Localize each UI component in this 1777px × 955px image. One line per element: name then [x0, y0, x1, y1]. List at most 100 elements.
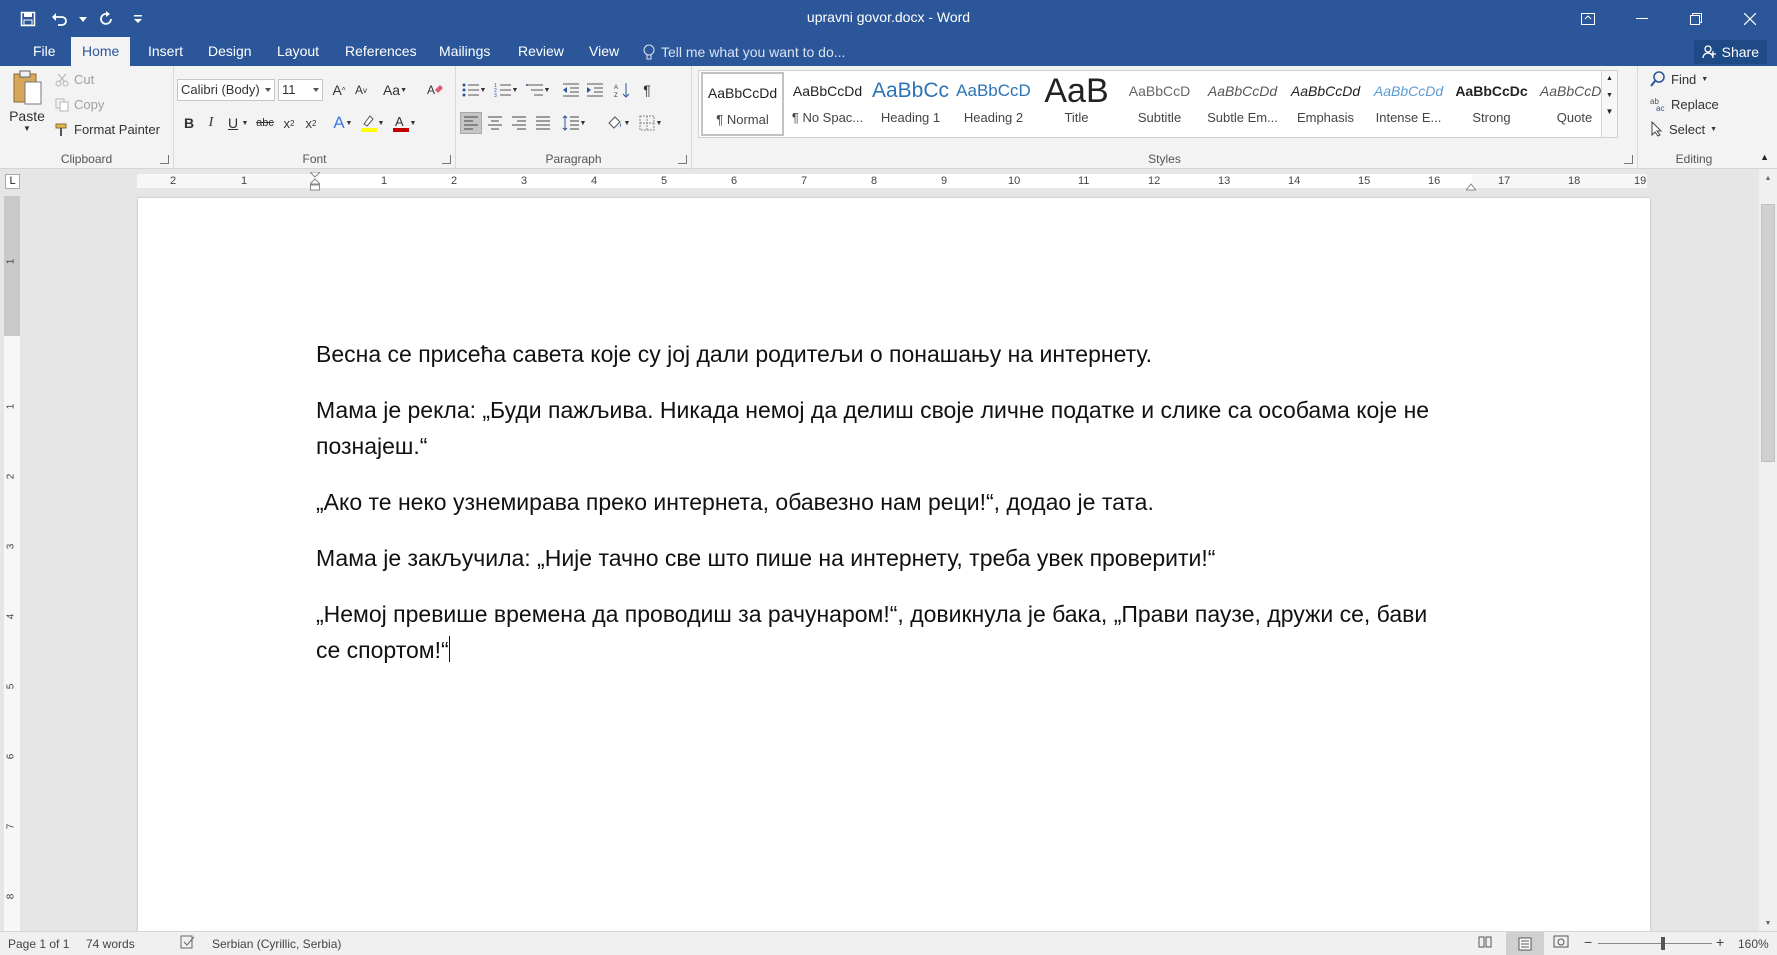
pilcrow-icon[interactable]: ¶	[636, 79, 658, 101]
line-spacing-dropdown-icon[interactable]: ▼	[578, 112, 588, 134]
highlight-dropdown-icon[interactable]: ▼	[376, 112, 386, 134]
tab-insert[interactable]: Insert	[137, 37, 194, 66]
font-color-dropdown-icon[interactable]: ▼	[408, 112, 418, 134]
proofing-icon[interactable]	[180, 935, 196, 952]
tab-mailings[interactable]: Mailings	[428, 37, 501, 66]
text-cursor	[448, 636, 450, 662]
style-title[interactable]: AaB Title	[1035, 72, 1118, 136]
tell-me-box[interactable]: Tell me what you want to do...	[643, 37, 845, 66]
zoom-in-icon[interactable]: +	[1716, 934, 1724, 950]
scroll-down-icon[interactable]: ▼	[1759, 920, 1777, 927]
tab-layout[interactable]: Layout	[266, 37, 330, 66]
change-case-button[interactable]: Aa ▼	[380, 79, 410, 101]
document-page[interactable]: Весна се присећа савета које су јој дали…	[138, 198, 1650, 931]
clipboard-launcher-icon[interactable]	[160, 155, 169, 164]
copy-button[interactable]: Copy	[55, 97, 104, 112]
tab-design[interactable]: Design	[197, 37, 263, 66]
tab-home[interactable]: Home	[71, 37, 131, 66]
more-styles-icon[interactable]: ▼	[1602, 107, 1617, 116]
web-layout-icon[interactable]	[1553, 935, 1569, 952]
styles-gallery-scroll[interactable]: ▲ ▼ ▼	[1601, 71, 1617, 137]
subscript-icon[interactable]: x2	[278, 112, 300, 134]
shrink-font-icon[interactable]: Av	[350, 79, 372, 101]
bullets-dropdown-icon[interactable]: ▼	[478, 79, 488, 101]
paragraph-launcher-icon[interactable]	[678, 155, 687, 164]
styles-launcher-icon[interactable]	[1624, 155, 1633, 164]
paragraph[interactable]: „Ако те неко узнемирава преко интернета,…	[316, 484, 1456, 520]
zoom-out-icon[interactable]: −	[1584, 934, 1592, 950]
zoom-level[interactable]: 160%	[1738, 937, 1769, 951]
scroll-up-icon[interactable]: ▲	[1759, 175, 1777, 182]
print-layout-icon[interactable]	[1506, 932, 1544, 955]
tab-review[interactable]: Review	[507, 37, 575, 66]
style-emphasis[interactable]: AaBbCcDd Emphasis	[1284, 72, 1367, 136]
align-left-icon[interactable]	[460, 112, 482, 134]
font-name-box[interactable]: Calibri (Body)	[177, 79, 275, 101]
font-size-box[interactable]: 11	[278, 79, 323, 101]
zoom-slider-thumb[interactable]	[1661, 937, 1665, 950]
style-normal[interactable]: AaBbCcDd ¶ Normal	[701, 72, 784, 136]
restore-icon[interactable]	[1669, 0, 1723, 37]
read-mode-icon[interactable]	[1478, 935, 1492, 952]
paragraph[interactable]: Мама је закључила: „Није тачно све што п…	[316, 540, 1456, 576]
zoom-slider-track[interactable]	[1598, 943, 1712, 944]
right-indent-marker[interactable]	[1464, 179, 1478, 191]
clear-formatting-icon[interactable]: A	[424, 79, 446, 101]
grow-font-icon[interactable]: A ^	[328, 79, 350, 101]
superscript-icon[interactable]: x2	[300, 112, 322, 134]
numbering-dropdown-icon[interactable]: ▼	[510, 79, 520, 101]
select-button[interactable]: Select ▼	[1650, 121, 1717, 137]
chevron-up-icon[interactable]: ▲	[1602, 75, 1617, 82]
scrollbar-thumb[interactable]	[1761, 204, 1775, 462]
paragraph[interactable]: Мама је рекла: „Буди пажљива. Никада нем…	[316, 392, 1456, 464]
align-right-icon[interactable]	[508, 112, 530, 134]
ribbon-display-options-icon[interactable]	[1561, 0, 1615, 37]
style-strong[interactable]: AaBbCcDc Strong	[1450, 72, 1533, 136]
chevron-down-icon[interactable]: ▼	[1602, 92, 1617, 99]
font-launcher-icon[interactable]	[442, 155, 451, 164]
page-count[interactable]: Page 1 of 1	[8, 937, 69, 951]
change-case-label: Aa	[382, 82, 401, 98]
cut-button[interactable]: Cut	[55, 72, 94, 87]
style-subtle-emphasis[interactable]: AaBbCcDd Subtle Em...	[1201, 72, 1284, 136]
minimize-icon[interactable]	[1615, 0, 1669, 37]
tab-references[interactable]: References	[334, 37, 428, 66]
indent-marker[interactable]	[308, 171, 322, 192]
share-button[interactable]: Share	[1693, 40, 1767, 64]
paragraph-text: „Немој превише времена да проводиш за ра…	[316, 601, 1428, 663]
decrease-indent-icon[interactable]	[560, 79, 582, 101]
word-count[interactable]: 74 words	[86, 937, 135, 951]
style-intense-emphasis[interactable]: AaBbCcDd Intense E...	[1367, 72, 1450, 136]
style-no-spacing[interactable]: AaBbCcDd ¶ No Spac...	[786, 72, 869, 136]
tab-view[interactable]: View	[578, 37, 630, 66]
strikethrough-icon[interactable]: abc	[254, 112, 276, 134]
replace-button[interactable]: ab ac Replace	[1650, 96, 1719, 113]
justify-icon[interactable]	[532, 112, 554, 134]
align-center-icon[interactable]	[484, 112, 506, 134]
increase-indent-icon[interactable]	[584, 79, 606, 101]
paste-button[interactable]: Paste ▼	[8, 70, 46, 133]
paragraph[interactable]: Весна се присећа савета које су јој дали…	[316, 336, 1456, 372]
text-effects-dropdown-icon[interactable]: ▼	[344, 112, 354, 134]
close-icon[interactable]	[1723, 0, 1777, 37]
shading-dropdown-icon[interactable]: ▼	[622, 112, 632, 134]
borders-dropdown-icon[interactable]: ▼	[654, 112, 664, 134]
underline-dropdown-icon[interactable]: ▼	[240, 112, 250, 134]
language-indicator[interactable]: Serbian (Cyrillic, Serbia)	[212, 937, 341, 951]
sort-icon[interactable]: AZ	[612, 79, 634, 101]
vertical-scrollbar[interactable]: ▲ ▼	[1759, 169, 1777, 931]
style-heading-2[interactable]: AaBbCcD Heading 2	[952, 72, 1035, 136]
tab-selector[interactable]: L	[5, 174, 20, 189]
ruler-number: 18	[1568, 175, 1581, 187]
collapse-ribbon-icon[interactable]: ▲	[1760, 152, 1769, 162]
find-button[interactable]: Find ▼	[1650, 71, 1708, 87]
bold-icon[interactable]: B	[178, 112, 200, 134]
tab-file[interactable]: File	[22, 37, 67, 66]
multilevel-dropdown-icon[interactable]: ▼	[542, 79, 552, 101]
style-heading-1[interactable]: AaBbCc Heading 1	[869, 72, 952, 136]
format-painter-button[interactable]: Format Painter	[55, 122, 160, 137]
paragraph-last[interactable]: „Немој превише времена да проводиш за ра…	[316, 596, 1456, 668]
document-body[interactable]: Весна се присећа савета које су јој дали…	[316, 336, 1456, 688]
style-subtitle[interactable]: AaBbCcD Subtitle	[1118, 72, 1201, 136]
italic-icon[interactable]: I	[200, 112, 222, 134]
